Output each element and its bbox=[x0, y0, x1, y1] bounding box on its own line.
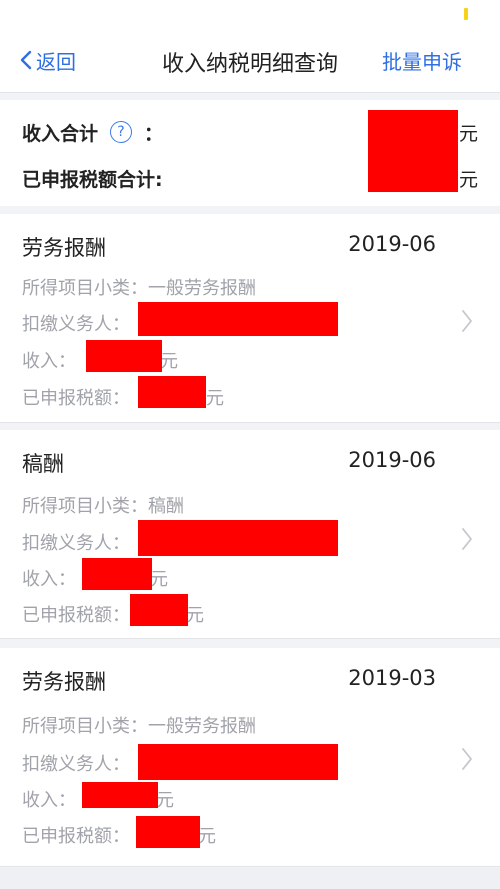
redaction-withholder bbox=[138, 302, 338, 336]
subcategory-value: 稿酬 bbox=[148, 496, 184, 517]
back-label: 返回 bbox=[36, 49, 76, 74]
redaction-summary bbox=[368, 110, 458, 192]
record-title: 稿酬 bbox=[22, 452, 64, 476]
record-item[interactable]: 劳务报酬 2019-06 所得项目小类：一般劳务报酬 扣缴义务人： 收入： 元 已… bbox=[0, 214, 500, 423]
tax-unit: 元 bbox=[206, 388, 224, 409]
record-date: 2019-03 bbox=[348, 666, 436, 690]
redaction-income bbox=[82, 782, 158, 808]
income-label: 收入： bbox=[22, 351, 76, 372]
back-button[interactable]: 返回 bbox=[18, 46, 76, 74]
income-line: 收入： 元 bbox=[22, 565, 168, 591]
subcategory-label: 所得项目小类： bbox=[22, 716, 148, 737]
redaction-income bbox=[86, 340, 162, 372]
record-item[interactable]: 稿酬 2019-06 所得项目小类：稿酬 扣缴义务人： 收入：元 已申报税额：元 bbox=[0, 430, 500, 639]
chevron-right-icon bbox=[462, 528, 472, 550]
income-unit: 元 bbox=[150, 569, 168, 590]
income-line: 收入： 元 bbox=[22, 347, 178, 373]
subcategory-value: 一般劳务报酬 bbox=[148, 278, 256, 299]
income-label: 收入： bbox=[22, 569, 76, 590]
subcategory-line: 所得项目小类：稿酬 bbox=[22, 492, 184, 518]
summary-panel: 收入合计 ? ： 元 已申报税额合计: 元 bbox=[0, 100, 500, 206]
income-total-label: 收入合计 bbox=[22, 122, 99, 145]
redaction-withholder bbox=[138, 520, 338, 556]
redaction-tax bbox=[136, 816, 200, 848]
subcategory-label: 所得项目小类： bbox=[22, 496, 148, 517]
help-icon[interactable]: ? bbox=[110, 121, 133, 143]
subcategory-line: 所得项目小类：一般劳务报酬 bbox=[22, 712, 256, 738]
redaction-withholder bbox=[138, 744, 338, 780]
tax-label: 已申报税额： bbox=[22, 605, 130, 626]
tax-line: 已申报税额： 元 bbox=[22, 822, 216, 848]
redaction-income bbox=[82, 558, 152, 590]
record-title: 劳务报酬 bbox=[22, 670, 106, 694]
battery-icon bbox=[464, 8, 468, 20]
tax-line: 已申报税额： 元 bbox=[22, 384, 224, 410]
withholder-line: 扣缴义务人： bbox=[22, 529, 130, 555]
withholder-line: 扣缴义务人： bbox=[22, 750, 130, 776]
tax-unit: 元 bbox=[186, 605, 204, 626]
record-date: 2019-06 bbox=[348, 232, 436, 256]
withholder-label: 扣缴义务人： bbox=[22, 533, 130, 554]
redaction-tax bbox=[130, 594, 188, 626]
income-total-colon: ： bbox=[144, 122, 164, 145]
subcategory-label: 所得项目小类： bbox=[22, 278, 148, 299]
income-unit: 元 bbox=[156, 790, 174, 811]
income-line: 收入： 元 bbox=[22, 786, 174, 812]
withholder-label: 扣缴义务人： bbox=[22, 314, 130, 335]
income-label: 收入： bbox=[22, 790, 76, 811]
tax-total-label: 已申报税额合计: bbox=[22, 168, 163, 191]
redaction-tax bbox=[138, 376, 206, 408]
navigation-bar: 返回 收入纳税明细查询 批量申诉 bbox=[0, 28, 500, 93]
chevron-left-icon bbox=[20, 50, 32, 70]
record-item[interactable]: 劳务报酬 2019-03 所得项目小类：一般劳务报酬 扣缴义务人： 收入： 元 已… bbox=[0, 648, 500, 867]
tax-unit: 元 bbox=[198, 826, 216, 847]
chevron-right-icon bbox=[462, 748, 472, 770]
withholder-line: 扣缴义务人： bbox=[22, 310, 130, 336]
tax-line: 已申报税额： 元 bbox=[22, 601, 204, 627]
status-bar bbox=[0, 0, 500, 28]
tax-label: 已申报税额： bbox=[22, 388, 130, 409]
tax-label: 已申报税额： bbox=[22, 826, 130, 847]
income-total-unit: 元 bbox=[458, 122, 478, 145]
subcategory-line: 所得项目小类：一般劳务报酬 bbox=[22, 274, 256, 300]
subcategory-value: 一般劳务报酬 bbox=[148, 716, 256, 737]
income-unit: 元 bbox=[160, 351, 178, 372]
chevron-right-icon bbox=[462, 310, 472, 332]
record-date: 2019-06 bbox=[348, 448, 436, 472]
tax-total-unit: 元 bbox=[458, 168, 478, 191]
bottom-spacer bbox=[0, 868, 500, 889]
withholder-label: 扣缴义务人： bbox=[22, 754, 130, 775]
record-title: 劳务报酬 bbox=[22, 236, 106, 260]
batch-appeal-button[interactable]: 批量申诉 bbox=[382, 46, 462, 75]
